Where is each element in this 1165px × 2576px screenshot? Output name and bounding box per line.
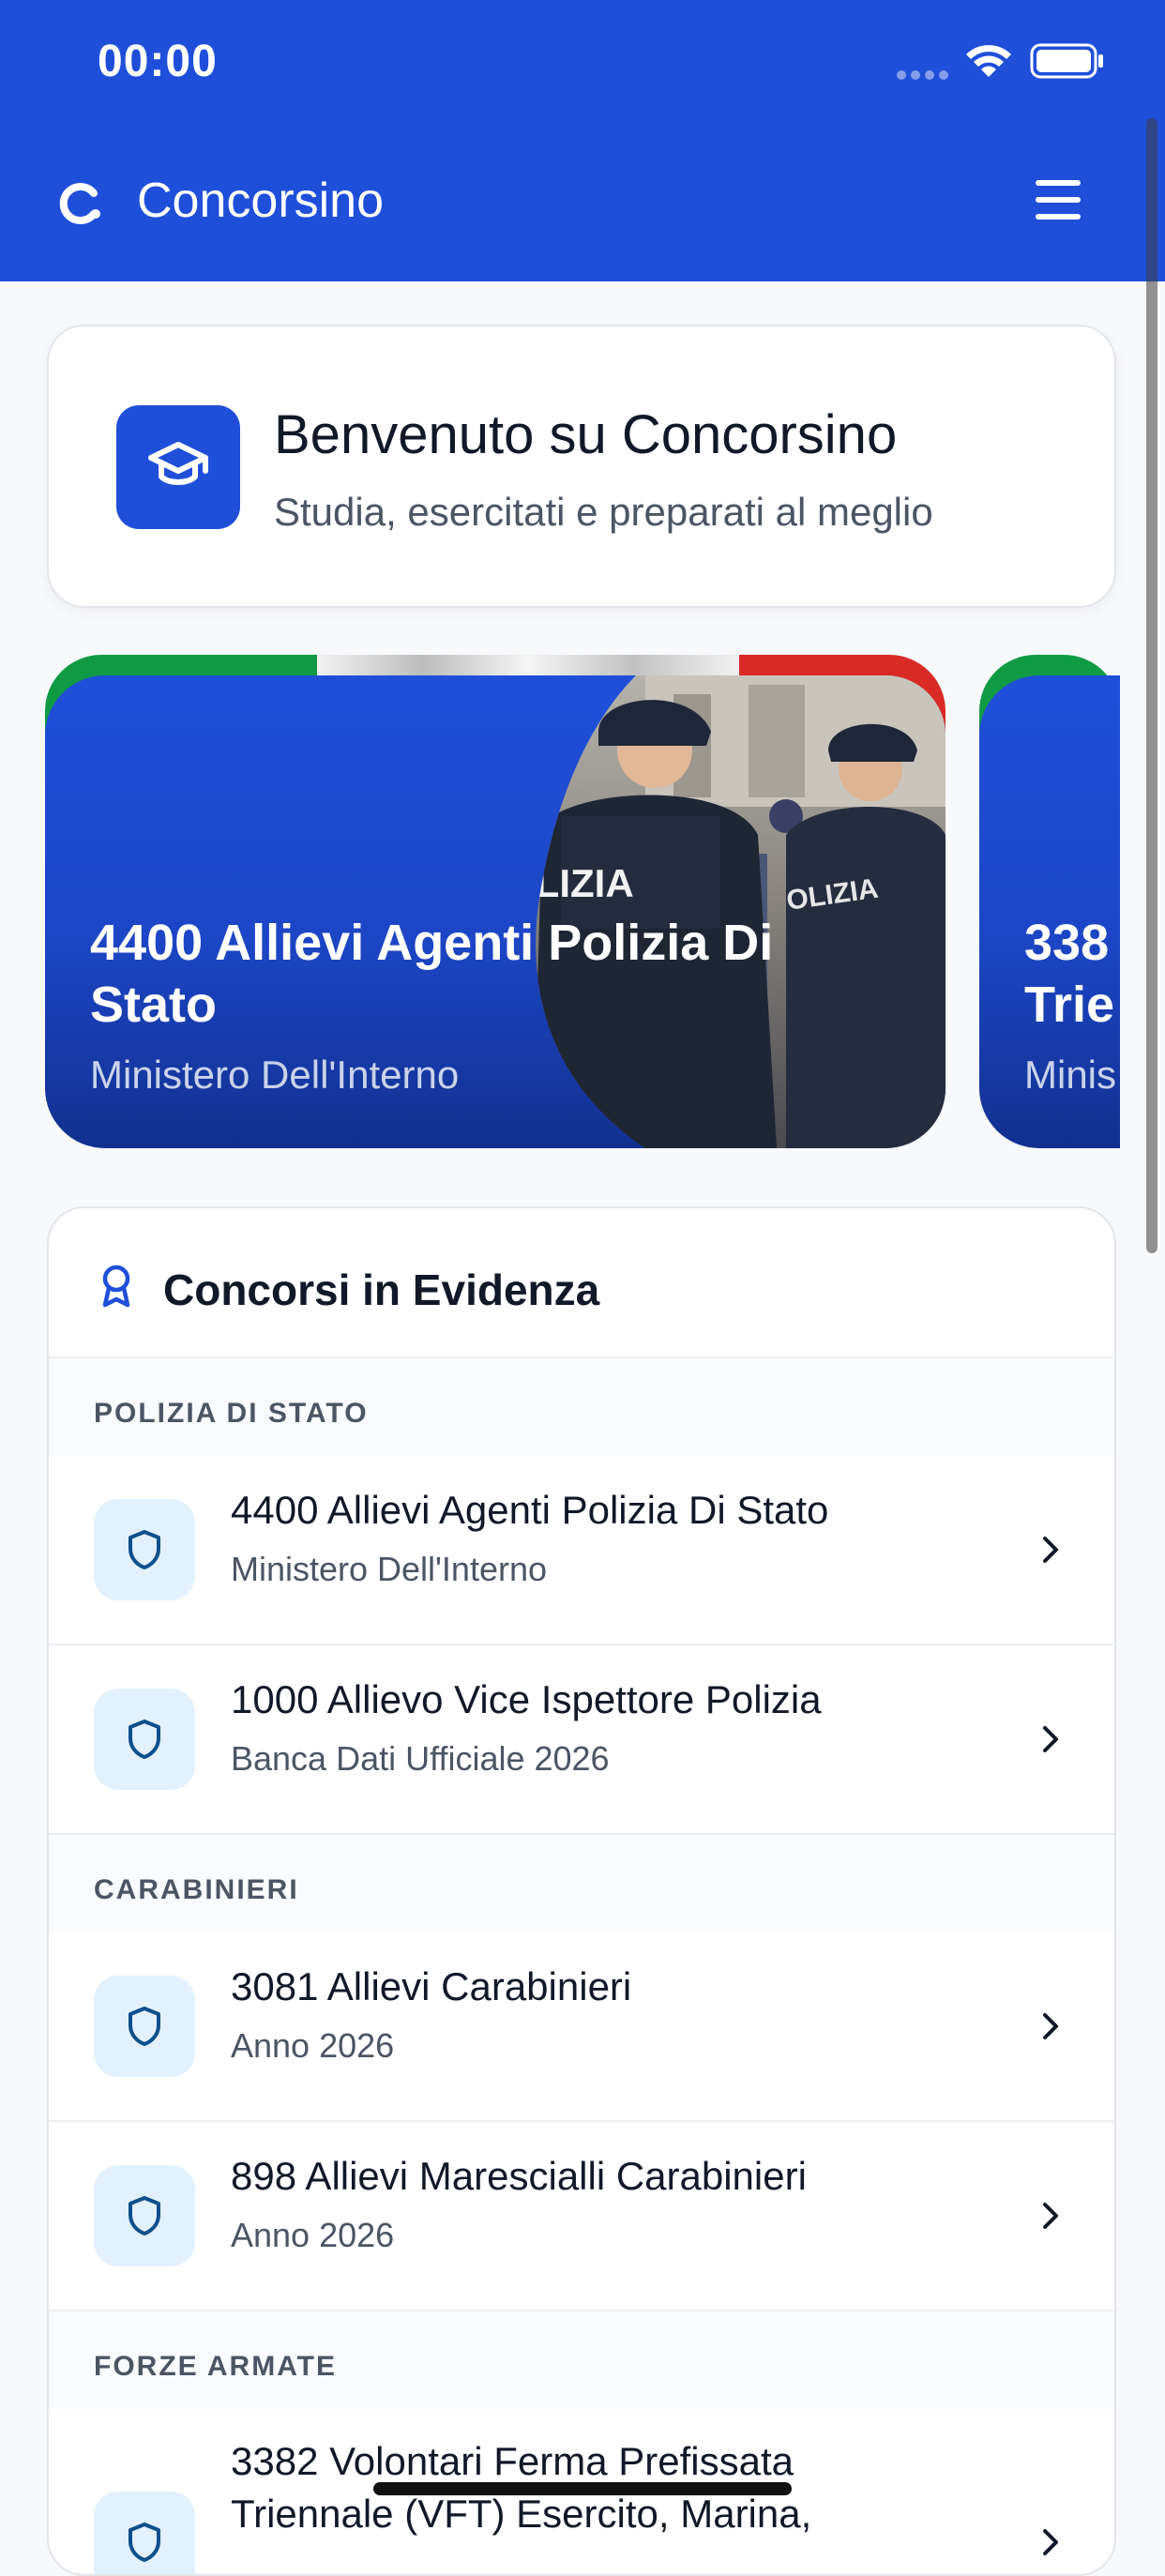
shield-icon-tile: [94, 1976, 195, 2077]
list-item[interactable]: 1000 Allievo Vice Ispettore Polizia Banc…: [49, 1645, 1114, 1835]
cellular-signal-icon: [897, 68, 953, 84]
welcome-card: Benvenuto su Concorsino Studia, esercita…: [47, 325, 1116, 608]
list-item[interactable]: 4400 Allievi Agenti Polizia Di Stato Min…: [49, 1456, 1114, 1645]
shield-icon: [129, 2523, 160, 2562]
item-title: 3081 Allievi Carabinieri: [231, 1964, 632, 2008]
home-indicator[interactable]: [373, 2482, 792, 2495]
graduation-cap-icon-tile: [116, 405, 240, 529]
shield-icon: [129, 1720, 160, 1759]
award-ribbon-icon: [102, 1265, 130, 1308]
top-app-bar: 00:00 Concorsino: [0, 0, 1165, 281]
item-subtitle: Banca Dati Ufficiale 2026: [231, 1739, 610, 1778]
status-icons: [897, 41, 1112, 84]
chevron-right-icon: [1043, 2203, 1058, 2229]
item-subtitle: Anno 2026: [231, 2216, 395, 2254]
graduation-cap-icon: [148, 442, 208, 485]
section-label-forze-armate: FORZE ARMATE: [49, 2311, 1114, 2409]
hamburger-icon: [1036, 180, 1081, 186]
item-title: 4400 Allievi Agenti Polizia Di Stato: [231, 1488, 829, 1532]
shield-icon: [129, 2007, 160, 2046]
shield-icon-tile: [94, 1499, 195, 1600]
slide-title: 4400 Allievi Agenti Polizia Di Stato: [90, 915, 774, 1033]
item-subtitle: Ministero Dell'Interno: [231, 1550, 548, 1588]
status-time: 00:00: [98, 37, 218, 86]
slide-organization: Minis: [1024, 1053, 1117, 1097]
welcome-title: Benvenuto su Concorsino: [274, 404, 898, 465]
shield-icon: [129, 1530, 160, 1569]
featured-carousel[interactable]: OLIZIA OLIZIA 4400 Allievi Agenti Polizi…: [0, 655, 1165, 1152]
chevron-right-icon: [1043, 1726, 1058, 1752]
section-label-carabinieri: CARABINIERI: [49, 1835, 1114, 1932]
carousel-slide[interactable]: OLIZIA OLIZIA 4400 Allievi Agenti Polizi…: [45, 675, 946, 1148]
shield-icon-tile: [94, 1689, 195, 1790]
welcome-subtitle: Studia, esercitati e preparati al meglio: [274, 490, 933, 534]
list-item[interactable]: 898 Allievi Marescialli Carabinieri Anno…: [49, 2122, 1114, 2311]
svg-text:OLIZIA: OLIZIA: [505, 861, 634, 905]
concorsino-logo-icon: [59, 183, 100, 224]
battery-icon: [1030, 43, 1103, 79]
shield-icon-tile: [94, 2492, 195, 2574]
shield-icon-tile: [94, 2165, 195, 2266]
wifi-icon: [966, 45, 1011, 77]
app-name: Concorsino: [137, 174, 385, 228]
slide-organization: Ministero Dell'Interno: [90, 1053, 460, 1097]
chevron-right-icon: [1043, 2529, 1058, 2555]
item-subtitle: Anno 2026: [231, 2026, 395, 2065]
featured-competitions-card: Concorsi in Evidenza POLIZIA DI STATO 44…: [47, 1206, 1116, 2576]
list-item[interactable]: 3081 Allievi Carabinieri Anno 2026: [49, 1932, 1114, 2122]
featured-title: Concorsi in Evidenza: [163, 1265, 600, 1314]
item-title: 898 Allievi Marescialli Carabinieri: [231, 2154, 807, 2198]
featured-header: Concorsi in Evidenza: [49, 1208, 1114, 1358]
shield-icon: [129, 2196, 160, 2235]
section-label-polizia: POLIZIA DI STATO: [49, 1358, 1114, 1456]
slide-title: 338 Trie: [1024, 915, 1115, 1033]
carousel-slide[interactable]: 338 Trie Minis: [979, 675, 1120, 1148]
item-title: 1000 Allievo Vice Ispettore Polizia: [231, 1677, 822, 1721]
chevron-right-icon: [1043, 2013, 1058, 2039]
hamburger-menu-button[interactable]: [1032, 180, 1084, 221]
chevron-right-icon: [1043, 1537, 1058, 1563]
